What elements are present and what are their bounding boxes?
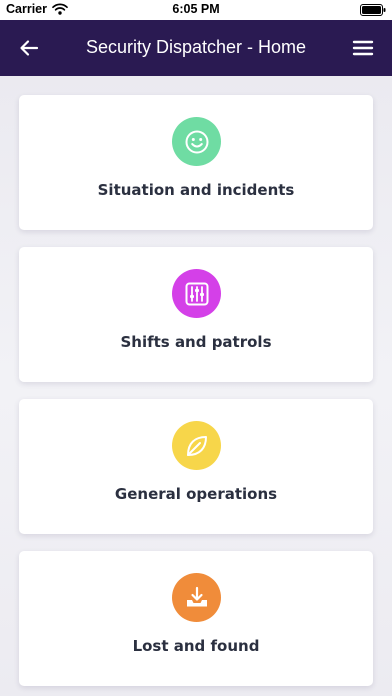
back-button[interactable] — [17, 36, 41, 60]
card-label: Shifts and patrols — [120, 333, 272, 351]
status-bar: Carrier 6:05 PM — [0, 0, 392, 20]
hamburger-menu-icon — [352, 40, 374, 56]
sliders-icon — [185, 282, 208, 305]
card-label: Lost and found — [132, 637, 260, 655]
card-general-operations[interactable]: General operations — [19, 399, 373, 534]
card-shifts-and-patrols[interactable]: Shifts and patrols — [19, 247, 373, 382]
card-label: Situation and incidents — [97, 181, 295, 199]
smiley-face-icon — [185, 130, 208, 153]
status-time: 6:05 PM — [172, 2, 220, 16]
battery-icon — [360, 4, 386, 19]
leaf-icon — [186, 435, 207, 456]
card-label: General operations — [114, 485, 278, 503]
app-header: Security Dispatcher - Home — [0, 20, 392, 76]
card-icon-circle — [172, 269, 221, 318]
page-title: Security Dispatcher - Home — [85, 37, 307, 57]
download-tray-icon — [186, 586, 207, 606]
card-icon-circle — [172, 573, 221, 622]
card-icon-circle — [172, 117, 221, 166]
arrow-left-icon — [20, 40, 39, 56]
menu-button[interactable] — [351, 36, 375, 60]
card-icon-circle — [172, 421, 221, 470]
card-situation-and-incidents[interactable]: Situation and incidents — [19, 95, 373, 230]
card-lost-and-found[interactable]: Lost and found — [19, 551, 373, 686]
